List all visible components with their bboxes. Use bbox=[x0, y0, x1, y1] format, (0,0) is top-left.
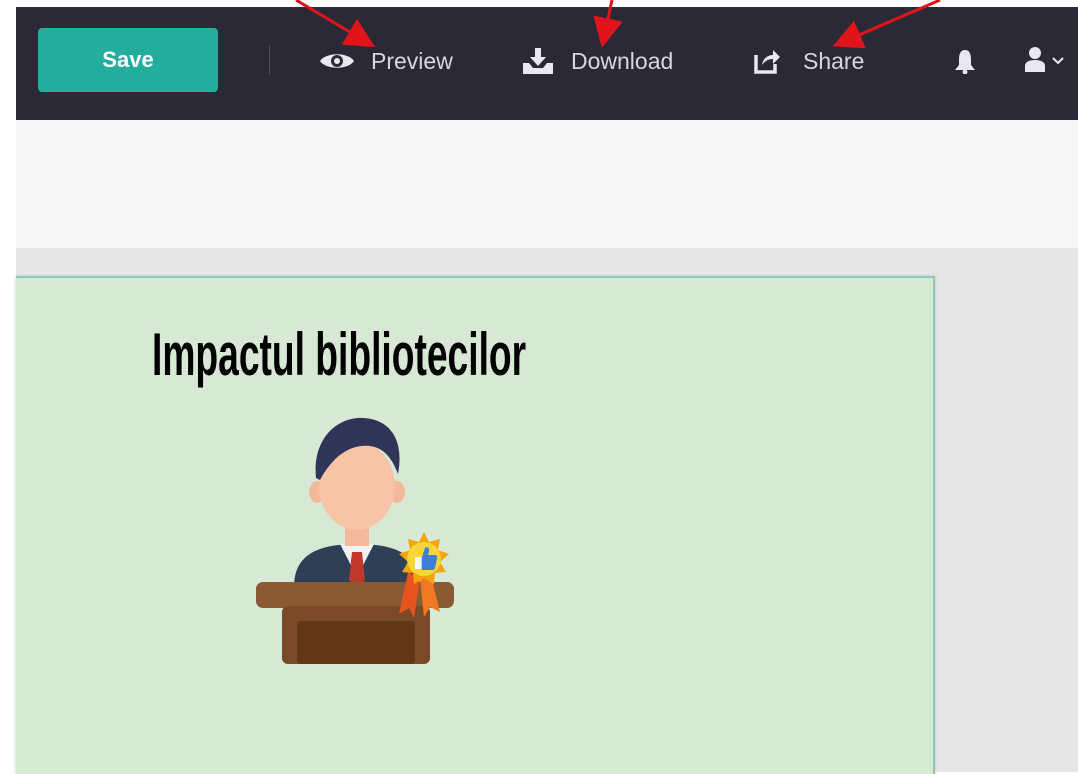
share-icon bbox=[753, 48, 781, 74]
toolbar-divider bbox=[269, 45, 270, 75]
slide-title[interactable]: Impactul bibliotecilor bbox=[152, 320, 526, 389]
preview-button[interactable]: Preview bbox=[319, 43, 453, 79]
download-button[interactable]: Download bbox=[521, 43, 673, 79]
top-toolbar: Save Preview Download Share bbox=[16, 7, 1078, 120]
preview-label: Preview bbox=[371, 47, 453, 74]
download-label: Download bbox=[571, 47, 674, 74]
secondary-toolbar-area bbox=[16, 120, 1078, 248]
user-menu[interactable] bbox=[1024, 46, 1064, 77]
user-icon bbox=[1024, 46, 1046, 77]
chevron-down-icon bbox=[1052, 53, 1064, 71]
share-button[interactable]: Share bbox=[753, 43, 864, 79]
speaker-podium-illustration[interactable] bbox=[252, 412, 462, 673]
eye-icon bbox=[319, 50, 355, 72]
share-label: Share bbox=[803, 47, 865, 74]
download-icon bbox=[521, 47, 555, 75]
bell-icon[interactable] bbox=[954, 48, 976, 79]
save-button[interactable]: Save bbox=[38, 28, 218, 92]
